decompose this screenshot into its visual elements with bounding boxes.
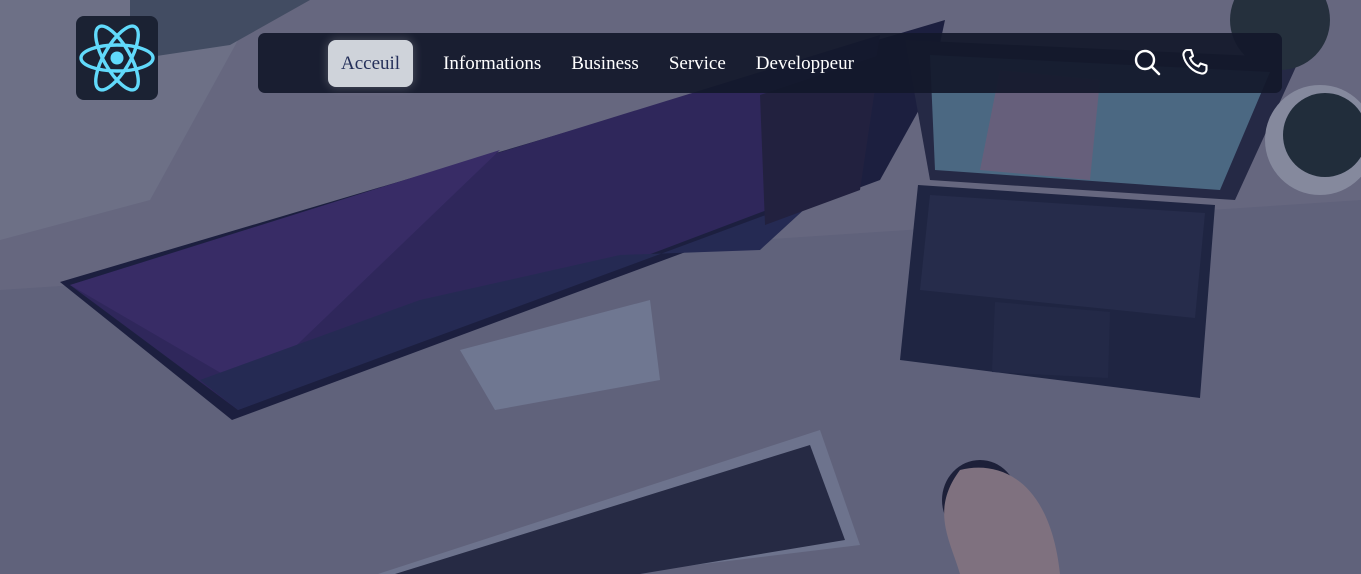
search-icon[interactable] — [1132, 47, 1162, 77]
nav-icons — [1132, 47, 1228, 77]
nav-link-acceuil[interactable]: Acceuil — [328, 40, 414, 87]
nav-link-business[interactable]: Business — [571, 40, 639, 87]
phone-icon[interactable] — [1180, 47, 1210, 77]
react-atom-icon — [79, 24, 155, 92]
nav-links: Acceuil Informations Business Service De… — [328, 40, 884, 87]
brand-logo[interactable] — [76, 16, 158, 100]
nav-link-service[interactable]: Service — [669, 40, 726, 87]
main-navbar: Acceuil Informations Business Service De… — [258, 33, 1282, 93]
hero-section: Acceuil Informations Business Service De… — [0, 0, 1361, 574]
nav-link-informations[interactable]: Informations — [443, 40, 541, 87]
nav-link-developpeur[interactable]: Developpeur — [756, 40, 854, 87]
